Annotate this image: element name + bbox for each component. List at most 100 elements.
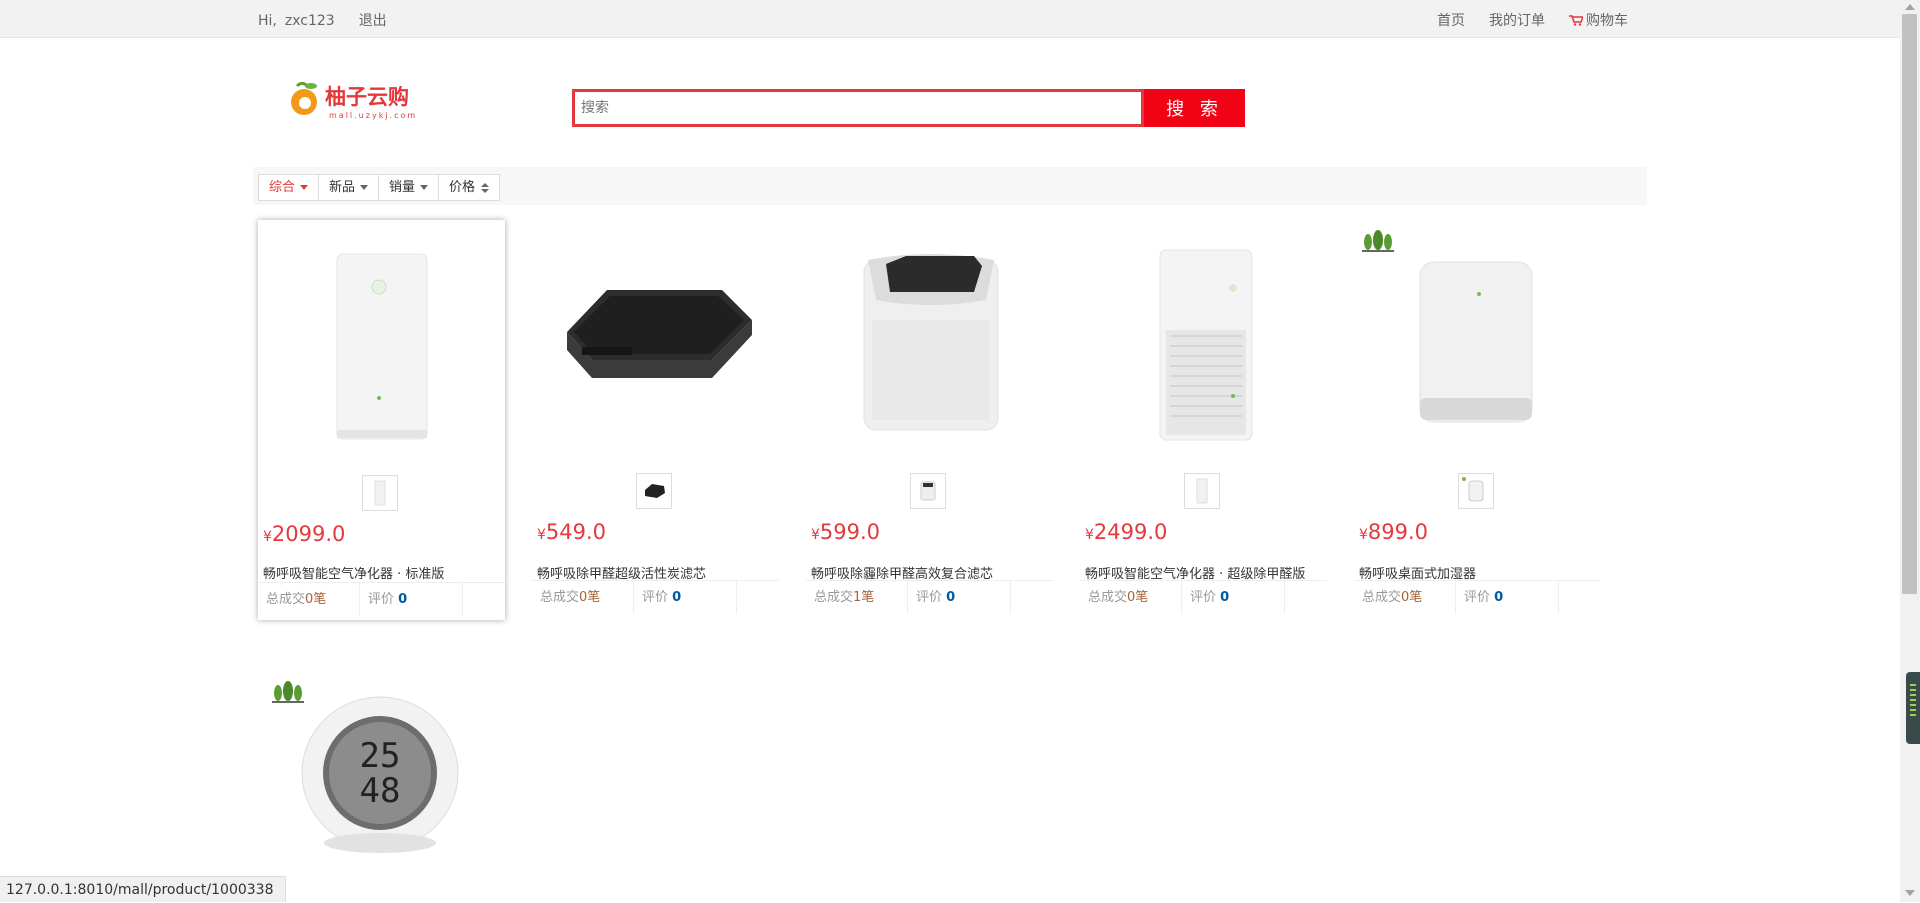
price-value: 599.0 [819, 520, 881, 544]
thermometer-temp: 25 [360, 736, 401, 776]
product-thumbnail[interactable] [1184, 473, 1220, 509]
orders-link[interactable]: 我的订单 [1489, 10, 1545, 30]
review-count[interactable]: 评价 0 [1182, 581, 1285, 614]
review-label: 评价 [1190, 590, 1217, 605]
product-card[interactable]: ¥599.0 畅呼吸除霾除甲醛高效复合滤芯 总成交1笔 评价 0 [806, 220, 1053, 620]
product-stats: 总成交0笔 评价 0 [258, 582, 505, 616]
sales-count: 总成交0笔 [532, 581, 634, 614]
review-label: 评价 [1464, 590, 1491, 605]
currency: ¥ [1085, 527, 1094, 543]
product-image[interactable]: 25 48 [258, 665, 505, 876]
sales-count: 总成交0笔 [1080, 581, 1182, 614]
review-count[interactable]: 评价 0 [1456, 581, 1559, 614]
top-nav: 首页 我的订单 购物车 [1437, 10, 1628, 30]
cart-label: 购物车 [1586, 13, 1628, 29]
currency: ¥ [1359, 527, 1368, 543]
product-thumbnail[interactable] [636, 473, 672, 509]
product-price: ¥899.0 [1359, 520, 1428, 544]
sales-value: 0笔 [305, 592, 327, 607]
product-card[interactable]: ¥549.0 畅呼吸除甲醛超级活性炭滤芯 总成交0笔 评价 0 [532, 220, 779, 620]
product-thumbnail[interactable] [910, 473, 946, 509]
review-count[interactable]: 评价 0 [360, 583, 463, 616]
sales-count: 总成交1笔 [806, 581, 908, 614]
sales-label: 总成交 [814, 590, 854, 605]
sales-value: 0笔 [579, 590, 601, 605]
sales-value: 0笔 [1127, 590, 1149, 605]
review-value: 0 [672, 590, 682, 605]
review-count[interactable]: 评价 0 [908, 581, 1011, 614]
price-value: 549.0 [545, 520, 607, 544]
product-thumbnail[interactable] [362, 475, 398, 511]
price-value: 2099.0 [271, 522, 346, 546]
logout-link[interactable]: 退出 [359, 13, 387, 29]
product-stats: 总成交0笔 评价 0 [532, 580, 779, 614]
cart-link[interactable]: 购物车 [1569, 10, 1628, 30]
scroll-down-arrow-icon[interactable] [1905, 890, 1915, 896]
product-card[interactable]: ¥2099.0 畅呼吸智能空气净化器 · 标准版 总成交0笔 评价 0 [258, 220, 505, 620]
greeting-text: Hi, [258, 13, 277, 29]
product-image[interactable] [1354, 220, 1601, 467]
product-price: ¥2099.0 [263, 522, 345, 546]
username: zxc123 [284, 13, 335, 29]
filter-label: 销量 [389, 180, 416, 195]
search-input[interactable] [575, 92, 1141, 124]
review-count[interactable]: 评价 0 [634, 581, 737, 614]
product-image[interactable] [258, 220, 505, 467]
logo-brand: 柚子云购 [325, 84, 409, 109]
product-image[interactable] [1080, 220, 1327, 467]
sales-value: 0笔 [1401, 590, 1423, 605]
cart-icon [1569, 15, 1583, 26]
scrollbar-thumb[interactable] [1902, 14, 1917, 594]
filter-comprehensive[interactable]: 综合 [258, 174, 320, 201]
caret-down-icon [300, 185, 309, 190]
sales-value: 1笔 [853, 590, 875, 605]
thermometer-humidity: 48 [360, 771, 401, 811]
product-thumbnail[interactable] [1458, 473, 1494, 509]
sales-label: 总成交 [540, 590, 580, 605]
status-bar-url: 127.0.0.1:8010/mall/product/1000338 [0, 876, 286, 902]
filter-sales[interactable]: 销量 [378, 174, 440, 201]
product-price: ¥2499.0 [1085, 520, 1167, 544]
scroll-up-arrow-icon[interactable] [1905, 4, 1915, 10]
sales-count: 总成交0笔 [1354, 581, 1456, 614]
product-name[interactable]: 畅呼吸智能空气净化器 · 标准版 [263, 563, 444, 582]
filter-label: 价格 [449, 180, 476, 195]
product-card[interactable]: ¥2499.0 畅呼吸智能空气净化器 · 超级除甲醛版 总成交0笔 评价 0 [1080, 220, 1327, 620]
greeting: Hi, zxc123 退出 [258, 10, 411, 30]
caret-down-icon [360, 185, 369, 190]
review-label: 评价 [368, 592, 395, 607]
product-price: ¥549.0 [537, 520, 606, 544]
sales-label: 总成交 [1362, 590, 1402, 605]
search-button[interactable]: 搜 索 [1144, 89, 1245, 127]
product-stats: 总成交1笔 评价 0 [806, 580, 1053, 614]
product-image[interactable] [806, 220, 1053, 467]
sales-label: 总成交 [266, 592, 306, 607]
site-logo[interactable]: 柚子云购 mall.uzykj.com [285, 78, 445, 123]
caret-down-icon [420, 185, 429, 190]
sort-icon [481, 182, 490, 193]
review-value: 0 [398, 592, 408, 607]
product-stats: 总成交0笔 评价 0 [1354, 580, 1601, 614]
review-value: 0 [1494, 590, 1504, 605]
sort-filters: 综合 新品 销量 价格 [258, 174, 501, 201]
product-card[interactable]: 25 48 [258, 665, 505, 876]
product-image[interactable] [532, 220, 779, 467]
review-value: 0 [1220, 590, 1230, 605]
product-price: ¥599.0 [811, 520, 880, 544]
brand-trees-icon [272, 681, 304, 703]
sales-label: 总成交 [1088, 590, 1128, 605]
home-link[interactable]: 首页 [1437, 10, 1465, 30]
filter-price[interactable]: 价格 [438, 174, 501, 201]
search-box [572, 89, 1144, 127]
logo-domain: mall.uzykj.com [329, 111, 417, 120]
filter-new[interactable]: 新品 [318, 174, 380, 201]
filter-label: 综合 [269, 180, 296, 195]
brand-trees-icon [1362, 230, 1394, 252]
filter-label: 新品 [329, 180, 356, 195]
review-value: 0 [946, 590, 956, 605]
side-widget[interactable] [1906, 672, 1920, 744]
top-bar: Hi, zxc123 退出 首页 我的订单 购物车 [0, 0, 1900, 38]
product-card[interactable]: ¥899.0 畅呼吸桌面式加湿器 总成交0笔 评价 0 [1354, 220, 1601, 620]
currency: ¥ [263, 529, 272, 545]
price-value: 899.0 [1367, 520, 1429, 544]
